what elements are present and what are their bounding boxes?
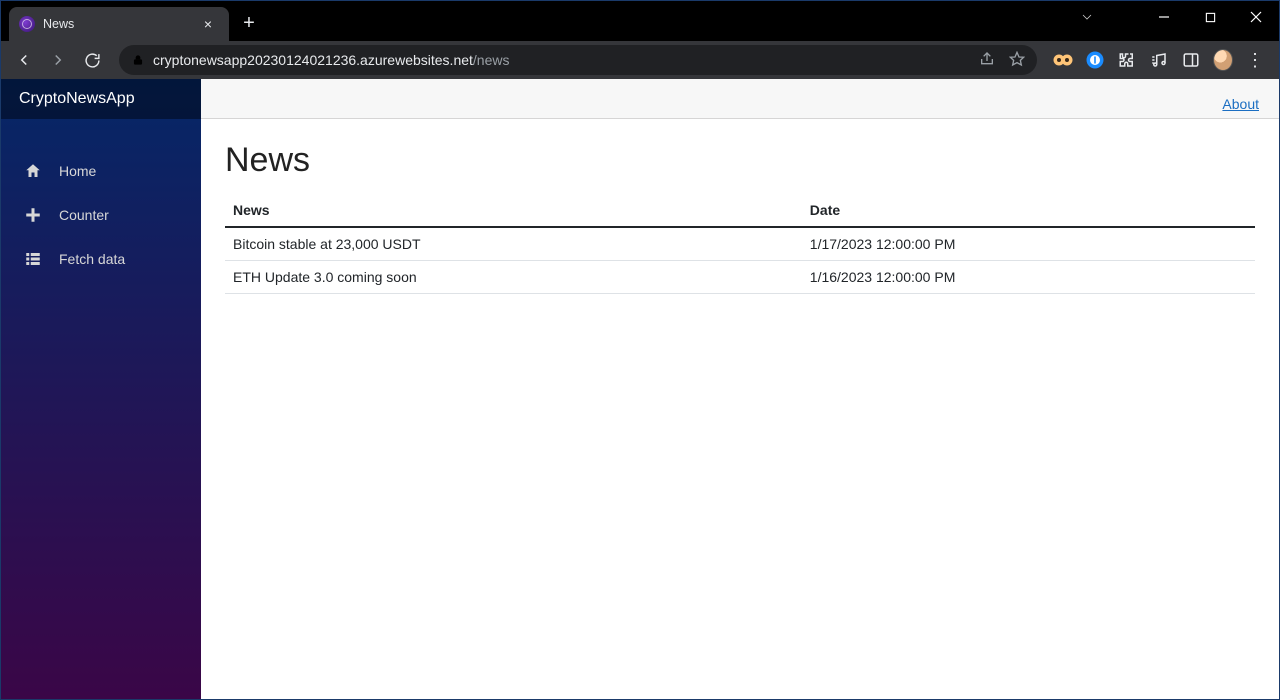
- sidebar-nav: Home Counter Fetch data: [1, 119, 201, 281]
- table-row: Bitcoin stable at 23,000 USDT 1/17/2023 …: [225, 227, 1255, 261]
- sidebar-item-label: Fetch data: [59, 251, 125, 267]
- lock-icon: [131, 53, 145, 67]
- bookmark-star-icon[interactable]: [1009, 51, 1025, 70]
- sidebar: CryptoNewsApp Home Counter: [1, 79, 201, 699]
- about-link[interactable]: About: [1222, 96, 1259, 112]
- new-tab-button[interactable]: +: [239, 13, 259, 33]
- sidebar-item-label: Home: [59, 163, 96, 179]
- plus-icon: [23, 205, 43, 225]
- cell-date: 1/16/2023 12:00:00 PM: [802, 261, 1255, 294]
- sidebar-item-label: Counter: [59, 207, 109, 223]
- blazor-favicon-icon: [19, 16, 35, 32]
- cell-date: 1/17/2023 12:00:00 PM: [802, 227, 1255, 261]
- page-viewport: CryptoNewsApp Home Counter: [1, 79, 1279, 699]
- sidebar-item-fetchdata[interactable]: Fetch data: [1, 237, 201, 281]
- tab-title: News: [43, 17, 191, 31]
- cell-news: Bitcoin stable at 23,000 USDT: [225, 227, 802, 261]
- extension-eyes-icon[interactable]: [1053, 50, 1073, 70]
- extension-icons: ⋮: [1053, 50, 1265, 70]
- back-button[interactable]: [9, 45, 39, 75]
- sidebar-item-counter[interactable]: Counter: [1, 193, 201, 237]
- content: About News News Date Bitcoin stable at 2…: [201, 79, 1279, 699]
- close-window-button[interactable]: [1233, 1, 1279, 33]
- extensions-puzzle-icon[interactable]: [1117, 50, 1137, 70]
- url-host: cryptonewsapp20230124021236.azurewebsite…: [153, 52, 473, 68]
- table-row: ETH Update 3.0 coming soon 1/16/2023 12:…: [225, 261, 1255, 294]
- profile-avatar[interactable]: [1213, 50, 1233, 70]
- extension-onepassword-icon[interactable]: [1085, 50, 1105, 70]
- url-path: /news: [473, 52, 510, 68]
- address-bar[interactable]: cryptonewsapp20230124021236.azurewebsite…: [119, 45, 1037, 75]
- cell-news: ETH Update 3.0 coming soon: [225, 261, 802, 294]
- browser-tab[interactable]: News ×: [9, 7, 229, 41]
- reload-button[interactable]: [77, 45, 107, 75]
- news-table: News Date Bitcoin stable at 23,000 USDT …: [225, 194, 1255, 294]
- share-icon[interactable]: [979, 51, 995, 70]
- topbar: About: [201, 79, 1279, 119]
- main: News News Date Bitcoin stable at 23,000 …: [201, 119, 1279, 699]
- side-panel-icon[interactable]: [1181, 50, 1201, 70]
- app-brand[interactable]: CryptoNewsApp: [1, 79, 201, 119]
- sidebar-item-home[interactable]: Home: [1, 149, 201, 193]
- list-icon: [23, 249, 43, 269]
- maximize-button[interactable]: [1187, 1, 1233, 33]
- table-header-row: News Date: [225, 194, 1255, 227]
- titlebar: News × +: [1, 1, 1279, 41]
- window-controls: [1141, 1, 1279, 33]
- media-control-icon[interactable]: [1149, 50, 1169, 70]
- browser-toolbar: cryptonewsapp20230124021236.azurewebsite…: [1, 41, 1279, 79]
- page-title: News: [225, 141, 1255, 180]
- home-icon: [23, 161, 43, 181]
- url-text: cryptonewsapp20230124021236.azurewebsite…: [153, 52, 971, 68]
- col-header-news: News: [225, 194, 802, 227]
- minimize-button[interactable]: [1141, 1, 1187, 33]
- close-tab-icon[interactable]: ×: [199, 15, 217, 33]
- forward-button[interactable]: [43, 45, 73, 75]
- kebab-menu-icon[interactable]: ⋮: [1245, 50, 1265, 70]
- browser-window: News × +: [0, 0, 1280, 700]
- col-header-date: Date: [802, 194, 1255, 227]
- tab-search-icon[interactable]: [1079, 9, 1095, 30]
